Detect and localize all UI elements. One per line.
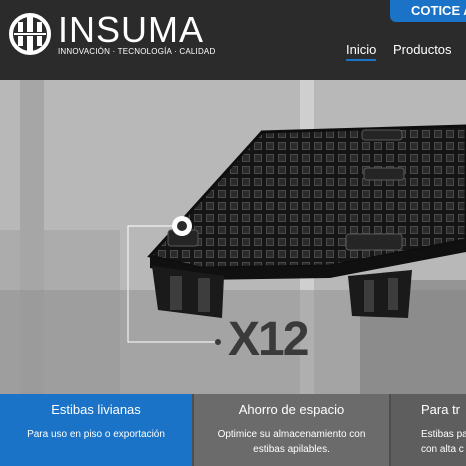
hero-banner: X12 [0, 80, 466, 394]
card-title: Ahorro de espacio [238, 402, 345, 417]
nav-item-productos[interactable]: Productos [393, 42, 452, 57]
feature-card-ahorro-espacio[interactable]: Ahorro de espacio Optimice su almacenami… [192, 394, 389, 466]
feature-card-estibas-livianas[interactable]: Estibas livianas Para uso en piso o expo… [0, 394, 192, 466]
nav-item-inicio[interactable]: Inicio [346, 42, 376, 57]
brand-tagline: INNOVACIÓN · TECNOLOGÍA · CALIDAD [58, 47, 216, 56]
feature-card-para-transporte[interactable]: Para tr Estibas pa con alta c [389, 394, 466, 466]
card-text: Estibas pa con alta c [421, 429, 466, 455]
active-nav-indicator [346, 59, 376, 61]
globe-logo-icon[interactable] [8, 12, 52, 56]
card-title: Estibas livianas [51, 402, 141, 417]
site-header: INSUMA INNOVACIÓN · TECNOLOGÍA · CALIDAD… [0, 0, 466, 80]
card-text: Para uso en piso o exportación [27, 429, 165, 440]
quantity-badge: X12 [228, 313, 309, 366]
brand-name[interactable]: INSUMA [58, 12, 204, 48]
quote-button[interactable]: COTICE A [390, 0, 466, 22]
card-text: Optimice su almacenamiento con estibas a… [217, 429, 366, 455]
card-title: Para tr [421, 402, 461, 417]
